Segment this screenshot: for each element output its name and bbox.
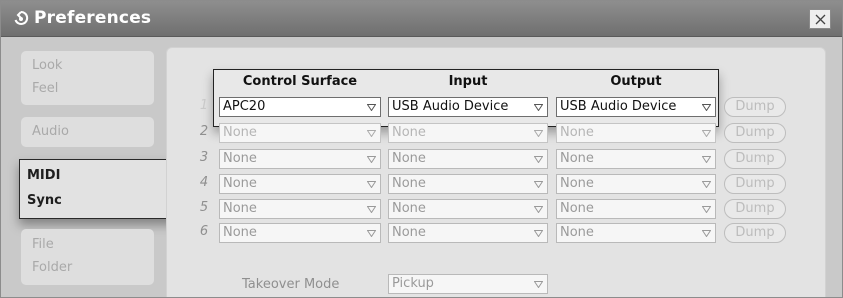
window-title: Preferences: [34, 8, 152, 28]
preferences-window: Preferences Look Feel Audio MIDI Sync Fi…: [0, 0, 843, 298]
close-button[interactable]: [809, 9, 831, 29]
sidebar-item-label-file: File: [32, 237, 54, 252]
row-number: 2: [199, 124, 209, 139]
midi-input-value: None: [392, 176, 426, 191]
control-surface-value: None: [223, 201, 257, 216]
chevron-down-icon: [367, 206, 376, 213]
midi-output-select[interactable]: None: [556, 223, 716, 243]
dump-button[interactable]: Dump: [724, 149, 786, 169]
midi-output-select[interactable]: None: [556, 123, 716, 143]
midi-output-select[interactable]: None: [556, 174, 716, 194]
chevron-down-icon: [534, 281, 543, 288]
row-number: 4: [199, 175, 209, 190]
chevron-down-icon: [702, 206, 711, 213]
dump-button[interactable]: Dump: [724, 97, 786, 117]
sidebar-item-audio[interactable]: Audio: [21, 117, 154, 147]
row-number: 3: [199, 150, 209, 165]
midi-input-select[interactable]: None: [388, 199, 548, 219]
chevron-down-icon: [367, 130, 376, 137]
chevron-down-icon: [702, 104, 711, 111]
title-bar: Preferences: [1, 1, 842, 37]
takeover-mode-select[interactable]: Pickup: [388, 274, 548, 294]
dump-button[interactable]: Dump: [724, 223, 786, 243]
preferences-icon: [14, 10, 29, 25]
midi-output-value: None: [560, 125, 594, 140]
output-header: Output: [610, 74, 662, 89]
chevron-down-icon: [702, 181, 711, 188]
dump-button[interactable]: Dump: [724, 123, 786, 143]
chevron-down-icon: [534, 104, 543, 111]
midi-input-value: None: [392, 225, 426, 240]
control-surface-header: Control Surface: [242, 74, 358, 89]
control-surface-value: None: [223, 125, 257, 140]
midi-input-select[interactable]: None: [388, 123, 548, 143]
control-surface-value: APC20: [223, 99, 266, 114]
midi-output-value: None: [560, 201, 594, 216]
midi-output-select[interactable]: USB Audio Device: [556, 97, 716, 117]
sidebar-item-label-feel: Feel: [32, 81, 59, 96]
control-surface-select[interactable]: None: [219, 123, 381, 143]
midi-output-select[interactable]: None: [556, 199, 716, 219]
control-surface-value: None: [223, 225, 257, 240]
sidebar-item-look-feel[interactable]: Look Feel: [21, 51, 154, 105]
control-surface-select[interactable]: None: [219, 199, 381, 219]
midi-input-select[interactable]: None: [388, 174, 548, 194]
midi-input-value: None: [392, 151, 426, 166]
dump-button[interactable]: Dump: [724, 199, 786, 219]
chevron-down-icon: [702, 130, 711, 137]
control-surface-select[interactable]: None: [219, 174, 381, 194]
chevron-down-icon: [367, 230, 376, 237]
sidebar-item-midi-sync[interactable]: MIDI Sync: [19, 159, 179, 219]
sidebar-item-label-midi: MIDI: [27, 168, 61, 183]
sidebar-item-label-look: Look: [32, 58, 63, 73]
close-icon: [815, 14, 826, 25]
input-header: Input: [448, 74, 488, 89]
chevron-down-icon: [534, 230, 543, 237]
midi-input-value: None: [392, 125, 426, 140]
control-surface-select[interactable]: None: [219, 223, 381, 243]
midi-output-value: None: [560, 176, 594, 191]
takeover-mode-value: Pickup: [392, 276, 434, 291]
dump-button[interactable]: Dump: [724, 174, 786, 194]
control-surface-value: None: [223, 151, 257, 166]
midi-input-select[interactable]: None: [388, 223, 548, 243]
midi-input-value: USB Audio Device: [392, 99, 509, 114]
midi-output-value: None: [560, 225, 594, 240]
sidebar-item-label-audio: Audio: [32, 124, 69, 139]
control-surface-select[interactable]: None: [219, 149, 381, 169]
chevron-down-icon: [702, 230, 711, 237]
midi-output-select[interactable]: None: [556, 149, 716, 169]
control-surface-value: None: [223, 176, 257, 191]
chevron-down-icon: [534, 181, 543, 188]
row-number: 5: [199, 200, 209, 215]
row-number: 6: [199, 224, 209, 239]
midi-input-select[interactable]: None: [388, 149, 548, 169]
sidebar-item-file-folder[interactable]: File Folder: [21, 229, 154, 285]
midi-input-value: None: [392, 201, 426, 216]
chevron-down-icon: [367, 104, 376, 111]
chevron-down-icon: [534, 156, 543, 163]
takeover-mode-label: Takeover Mode: [242, 277, 340, 292]
midi-output-value: USB Audio Device: [560, 99, 677, 114]
control-surface-select[interactable]: APC20: [219, 97, 381, 117]
sidebar-item-label-folder: Folder: [32, 260, 73, 275]
midi-output-value: None: [560, 151, 594, 166]
row-number: 1: [199, 98, 209, 113]
chevron-down-icon: [702, 156, 711, 163]
chevron-down-icon: [367, 156, 376, 163]
chevron-down-icon: [534, 130, 543, 137]
chevron-down-icon: [534, 206, 543, 213]
sidebar-item-label-sync: Sync: [27, 193, 62, 208]
midi-input-select[interactable]: USB Audio Device: [388, 97, 548, 117]
chevron-down-icon: [367, 181, 376, 188]
